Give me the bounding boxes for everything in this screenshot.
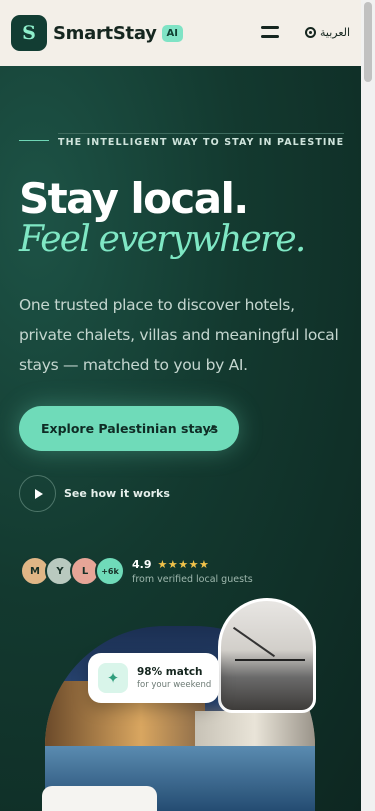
match-subtitle: for your weekend: [137, 680, 212, 690]
hero-description: One trusted place to discover hotels, pr…: [19, 296, 339, 374]
site-header: S SmartStay AI العربية: [0, 0, 361, 66]
eyebrow: THE INTELLIGENT WAY TO STAY IN PALESTINE: [19, 133, 345, 148]
hero-headline: Stay local.: [19, 174, 249, 223]
explore-stays-label: Explore Palestinian stays: [41, 421, 219, 436]
globe-icon: [305, 27, 316, 38]
scrollbar-thumb[interactable]: [364, 2, 372, 82]
hero-section: THE INTELLIGENT WAY TO STAY IN PALESTINE…: [0, 66, 361, 811]
rating-value: 4.9: [132, 558, 152, 571]
eyebrow-line: [19, 140, 49, 141]
how-it-works-label: See how it works: [64, 487, 170, 500]
rating-caption: from verified local guests: [132, 574, 253, 585]
avatar-count: +6k: [95, 556, 125, 586]
logo-letter: S: [22, 22, 36, 44]
language-switch[interactable]: العربية: [305, 26, 350, 39]
play-button[interactable]: [19, 475, 56, 512]
language-label: العربية: [320, 26, 351, 39]
explore-stays-button[interactable]: Explore Palestinian stays ↗: [19, 406, 239, 451]
ai-badge: AI: [161, 24, 184, 42]
logo-icon[interactable]: S: [11, 15, 47, 51]
menu-icon[interactable]: [261, 26, 279, 38]
hero-headline-accent: Feel everywhere.: [19, 219, 306, 260]
card-peek: [42, 786, 157, 811]
guest-avatars: M Y L +6k: [20, 556, 125, 586]
how-it-works-link[interactable]: See how it works: [19, 475, 170, 512]
interior-image: [218, 598, 316, 713]
arrow-up-right-icon: ↗: [206, 421, 217, 436]
play-icon: [34, 488, 43, 499]
scrollbar-track[interactable]: [361, 0, 375, 811]
rating-block: 4.9 ★★★★★ from verified local guests: [132, 558, 253, 585]
sparkle-icon: ✦: [98, 663, 128, 693]
star-icons: ★★★★★: [157, 558, 210, 571]
brand-name[interactable]: SmartStay: [53, 23, 157, 44]
match-title: 98% match: [137, 666, 203, 678]
eyebrow-text: THE INTELLIGENT WAY TO STAY IN PALESTINE: [58, 133, 345, 148]
match-card: ✦ 98% match for your weekend: [88, 653, 219, 703]
